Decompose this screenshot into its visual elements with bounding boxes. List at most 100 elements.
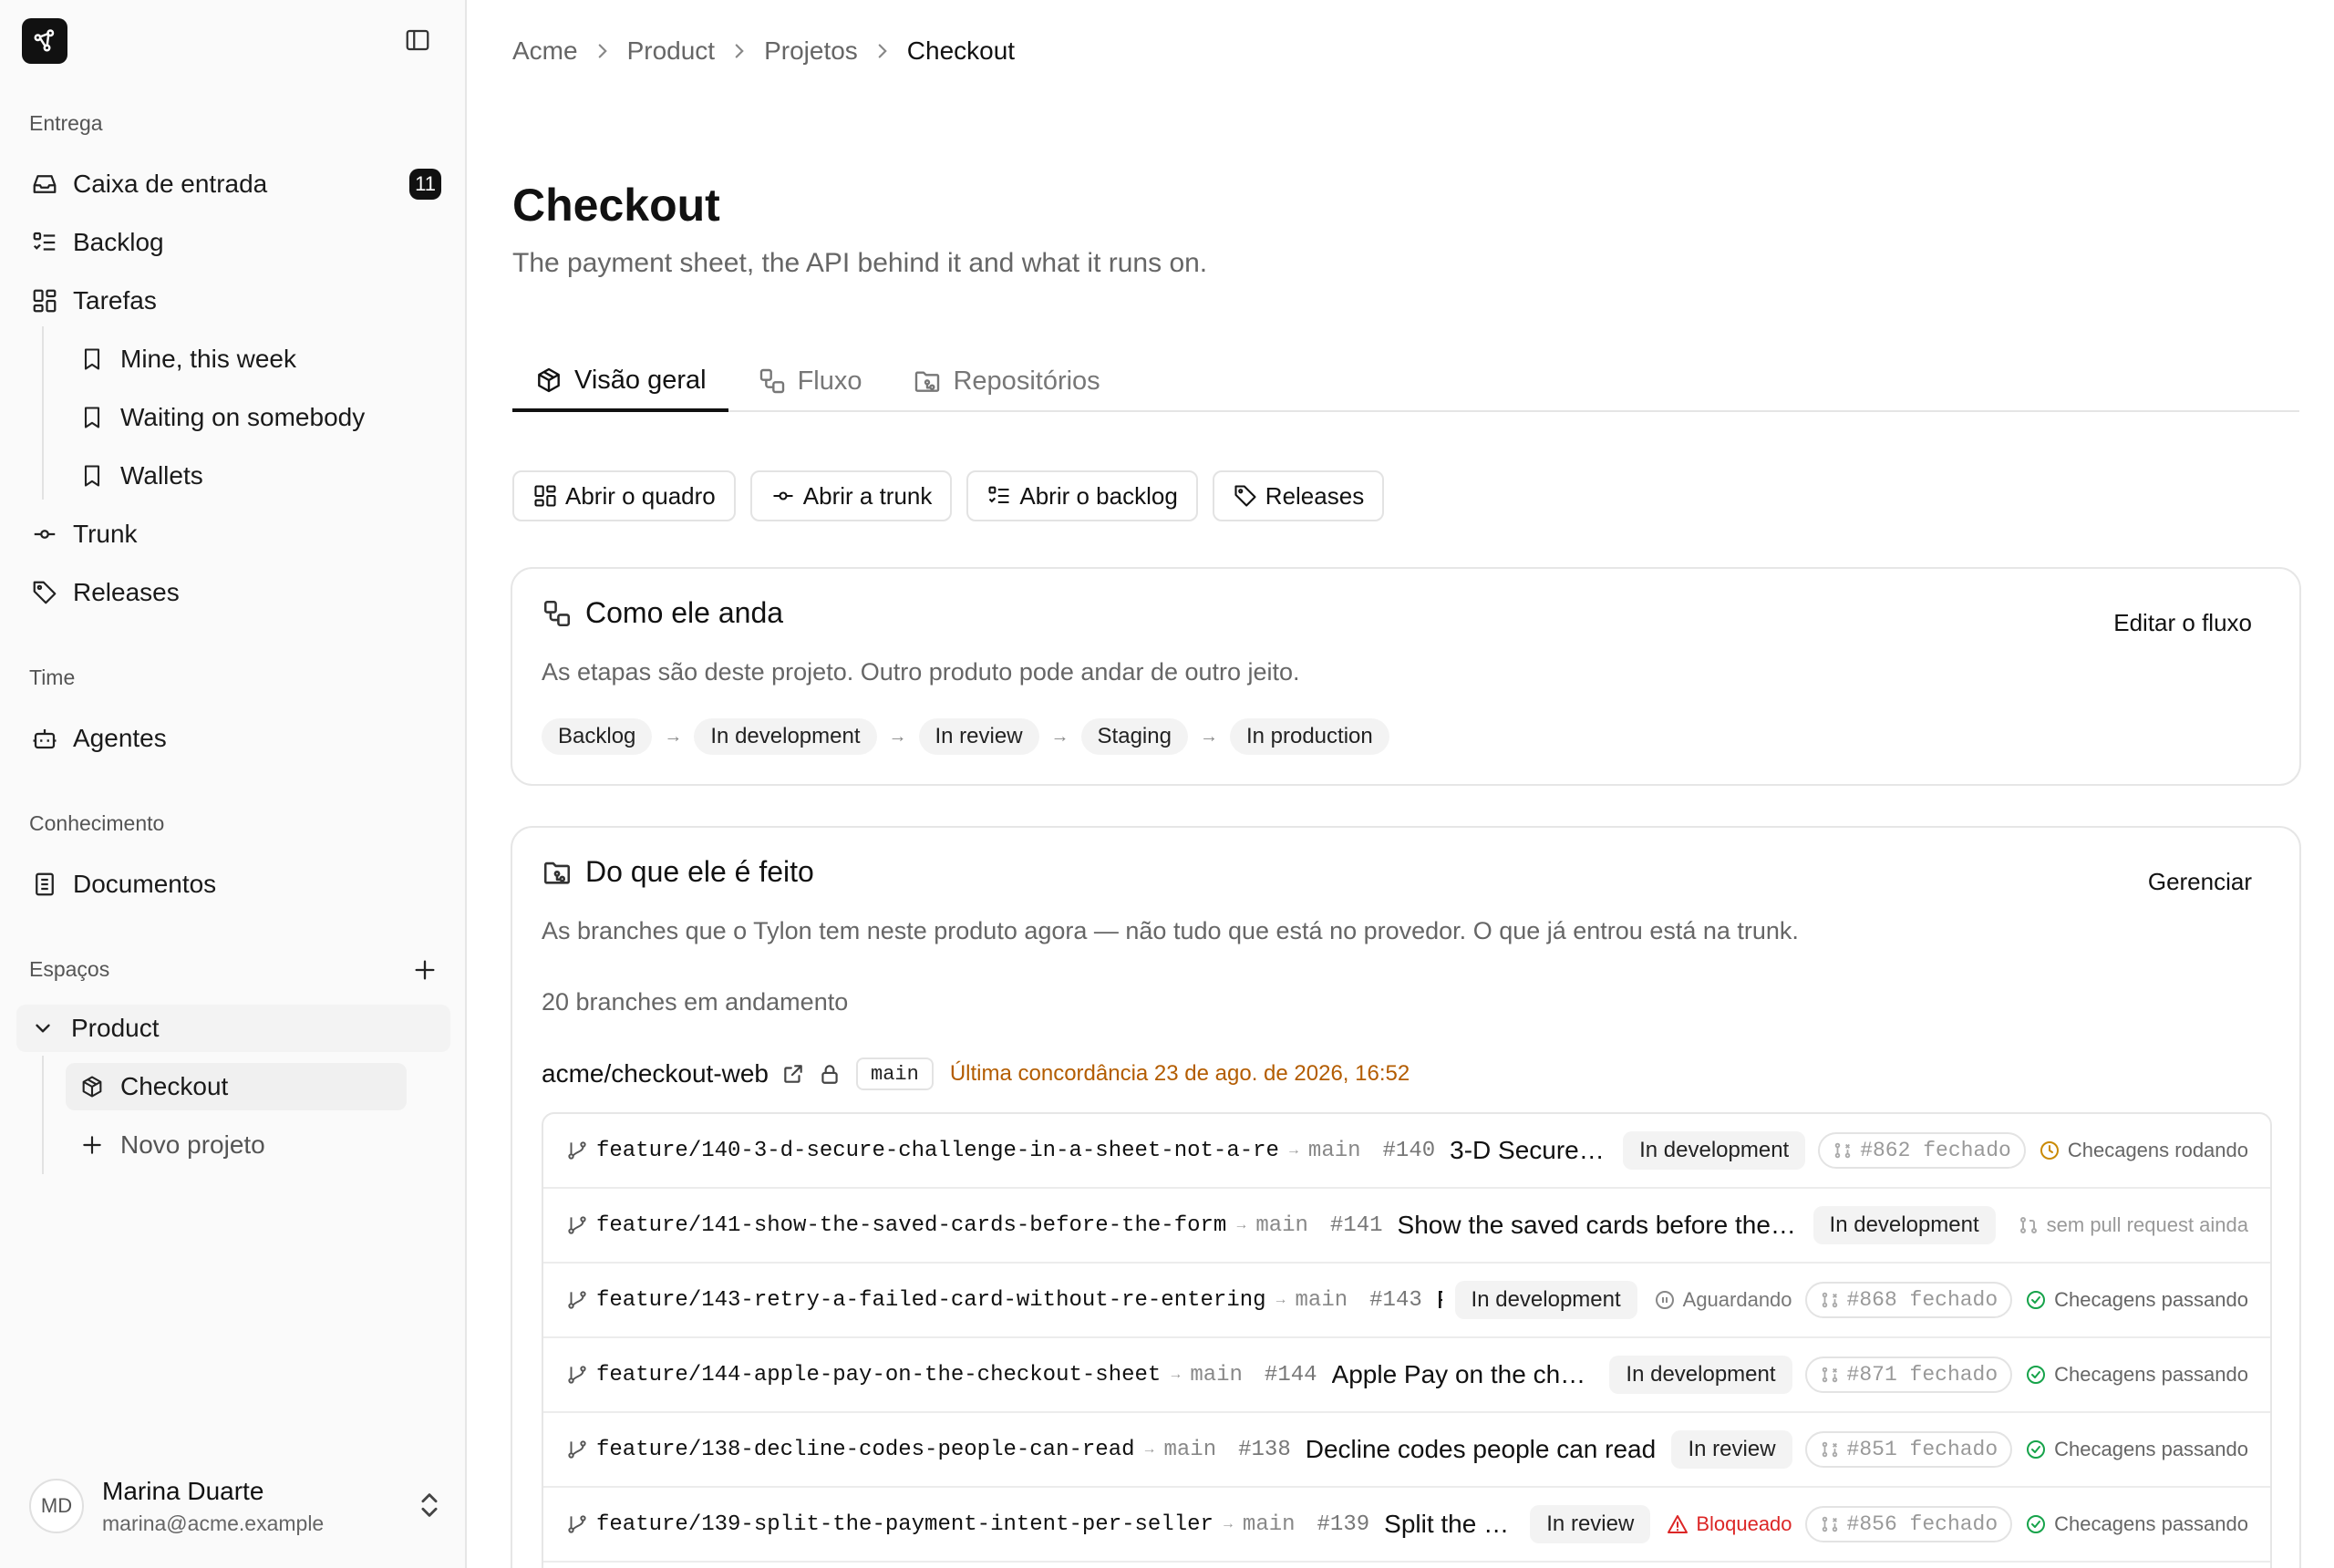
tab-label: Visão geral bbox=[574, 365, 707, 395]
releases-button[interactable]: Releases bbox=[1212, 470, 1385, 521]
made-of-card: Do que ele é feito Gerenciar As branches… bbox=[511, 826, 2301, 1568]
repo-header: acme/checkout-web main Última concordânc… bbox=[542, 1057, 1410, 1090]
task-title: Decline codes people can read bbox=[1305, 1435, 1657, 1463]
open-backlog-button[interactable]: Abrir o backlog bbox=[966, 470, 1198, 521]
branch-count: 20 branches em andamento bbox=[542, 988, 849, 1016]
section-label-team: Time bbox=[29, 665, 76, 689]
git-branch-icon bbox=[568, 1515, 586, 1533]
flow-card-title: Como ele anda bbox=[542, 596, 783, 630]
stage-staging: Staging bbox=[1080, 718, 1188, 755]
button-label: Abrir o backlog bbox=[1019, 481, 1178, 510]
task-number: #141 bbox=[1329, 1212, 1383, 1238]
pull-request-pill[interactable]: #871 fechado bbox=[1804, 1357, 2013, 1393]
branch-target: main bbox=[1190, 1362, 1243, 1387]
sidebar-item-label: Caixa de entrada bbox=[73, 170, 268, 198]
tab-overview[interactable]: Visão geral bbox=[512, 352, 728, 412]
alert-triangle-icon bbox=[1668, 1515, 1689, 1533]
bookmark-icon bbox=[77, 344, 108, 375]
sidebar-item-label: Waiting on somebody bbox=[120, 403, 366, 431]
inbox-icon bbox=[29, 169, 60, 200]
clock-icon bbox=[2040, 1141, 2059, 1160]
git-branch-icon bbox=[568, 1141, 586, 1160]
plus-icon bbox=[77, 1130, 108, 1161]
pull-request-pill[interactable]: #851 fechado bbox=[1804, 1431, 2013, 1468]
branch-target: main bbox=[1255, 1212, 1308, 1238]
no-pull-request-label: sem pull request ainda bbox=[2046, 1213, 2248, 1236]
pull-request-label: #851 fechado bbox=[1846, 1438, 1998, 1461]
status-badge: In development bbox=[1623, 1131, 1806, 1170]
task-number: #143 bbox=[1369, 1287, 1422, 1313]
branch-row[interactable]: feature/139-split-the-payment-intent-per… bbox=[543, 1488, 2270, 1563]
tab-repositories[interactable]: Repositórios bbox=[891, 352, 1121, 410]
sidebar-space-product[interactable]: Product bbox=[16, 1005, 450, 1052]
sidebar-item-label: Product bbox=[71, 1014, 160, 1042]
stage-arrow: → bbox=[664, 726, 683, 747]
sidebar-item-backlog[interactable]: Backlog bbox=[18, 219, 447, 266]
stage-backlog: Backlog bbox=[542, 718, 653, 755]
waiting-mark: Aguardando bbox=[1654, 1288, 1792, 1312]
check-circle-icon bbox=[2027, 1515, 2046, 1533]
sidebar-item-label: Trunk bbox=[73, 520, 138, 548]
sidebar-item-documents[interactable]: Documentos bbox=[18, 861, 447, 908]
breadcrumb-projects[interactable]: Projetos bbox=[764, 36, 858, 66]
bot-icon bbox=[29, 723, 60, 754]
breadcrumb-acme[interactable]: Acme bbox=[512, 36, 578, 66]
sidebar-item-label: Backlog bbox=[73, 228, 164, 256]
external-link-icon[interactable] bbox=[781, 1062, 805, 1086]
stage-in-development: In development bbox=[694, 718, 877, 755]
git-branch-icon bbox=[568, 1440, 586, 1459]
app-logo[interactable] bbox=[22, 18, 67, 64]
add-space-button[interactable] bbox=[408, 954, 441, 986]
user-menu[interactable]: MD Marina Duarte marina@acme.example bbox=[29, 1471, 445, 1541]
sidebar-item-trunk[interactable]: Trunk bbox=[18, 511, 447, 558]
branch-row[interactable]: feature/138-decline-codes-people-can-rea… bbox=[543, 1413, 2270, 1488]
button-label: Abrir o quadro bbox=[565, 481, 716, 510]
stage-arrow: → bbox=[1050, 726, 1069, 747]
pull-request-pill[interactable]: #862 fechado bbox=[1818, 1132, 2026, 1169]
breadcrumb-product[interactable]: Product bbox=[627, 36, 716, 66]
flow-card: Como ele anda Editar o fluxo As etapas s… bbox=[511, 567, 2301, 786]
task-title: Show the saved cards before the form bbox=[1397, 1211, 1801, 1239]
pull-request-pill[interactable]: #856 fechado bbox=[1804, 1506, 2013, 1542]
open-board-button[interactable]: Abrir o quadro bbox=[512, 470, 736, 521]
no-pull-request: sem pull request ainda bbox=[2018, 1213, 2248, 1237]
branch-name: feature/139-split-the-payment-intent-per… bbox=[596, 1511, 1213, 1537]
sidebar-item-releases[interactable]: Releases bbox=[18, 569, 447, 616]
pull-request-label: #871 fechado bbox=[1846, 1363, 1998, 1387]
sidebar-item-tasks[interactable]: Tarefas bbox=[18, 277, 447, 325]
logo-icon bbox=[34, 29, 55, 52]
sidebar-toggle-button[interactable] bbox=[401, 24, 434, 57]
branch-row[interactable]: feature/141-show-the-saved-cards-before-… bbox=[543, 1189, 2270, 1264]
sidebar-view-mine[interactable]: Mine, this week bbox=[66, 335, 412, 383]
branch-row[interactable]: feature/143-retry-a-failed-card-without-… bbox=[543, 1264, 2270, 1338]
sidebar-new-project[interactable]: Novo projeto bbox=[66, 1121, 407, 1169]
sidebar-view-wallets[interactable]: Wallets bbox=[66, 452, 412, 500]
task-number: #138 bbox=[1238, 1437, 1291, 1462]
branch-target: main bbox=[1163, 1437, 1217, 1462]
stage-in-review: In review bbox=[918, 718, 1039, 755]
sidebar-item-agents[interactable]: Agentes bbox=[18, 715, 447, 762]
sidebar-item-label: Wallets bbox=[120, 461, 203, 490]
breadcrumb-current: Checkout bbox=[906, 36, 1016, 65]
quick-actions: Abrir o quadro Abrir a trunk Abrir o bac… bbox=[512, 470, 1385, 521]
tab-flow[interactable]: Fluxo bbox=[736, 352, 884, 410]
branch-row[interactable] bbox=[543, 1563, 2270, 1568]
main-content: Acme Product Projetos Checkout Checkout … bbox=[469, 0, 2334, 1568]
pull-request-pill[interactable]: #868 fechado bbox=[1804, 1282, 2013, 1318]
sidebar-item-inbox[interactable]: Caixa de entrada 11 bbox=[18, 160, 447, 208]
repo-name[interactable]: acme/checkout-web bbox=[542, 1059, 769, 1088]
page-subtitle: The payment sheet, the API behind it and… bbox=[512, 248, 1208, 278]
edit-flow-link[interactable]: Editar o fluxo bbox=[2113, 609, 2252, 637]
sidebar-item-label: Releases bbox=[73, 578, 180, 606]
status-badge: In review bbox=[1530, 1505, 1651, 1543]
branch-row[interactable]: feature/140-3-d-secure-challenge-in-a-sh… bbox=[543, 1114, 2270, 1189]
open-trunk-button[interactable]: Abrir a trunk bbox=[749, 470, 953, 521]
branch-row[interactable]: feature/144-apple-pay-on-the-checkout-sh… bbox=[543, 1338, 2270, 1413]
sidebar-project-checkout[interactable]: Checkout bbox=[66, 1063, 407, 1110]
git-branch-icon bbox=[568, 1366, 586, 1384]
manage-link[interactable]: Gerenciar bbox=[2148, 868, 2252, 896]
sidebar-view-waiting[interactable]: Waiting on somebody bbox=[66, 394, 412, 441]
workflow-icon bbox=[759, 368, 784, 394]
checks-status: Checagens passando bbox=[2025, 1288, 2248, 1312]
tree-guide-line bbox=[42, 1056, 44, 1174]
